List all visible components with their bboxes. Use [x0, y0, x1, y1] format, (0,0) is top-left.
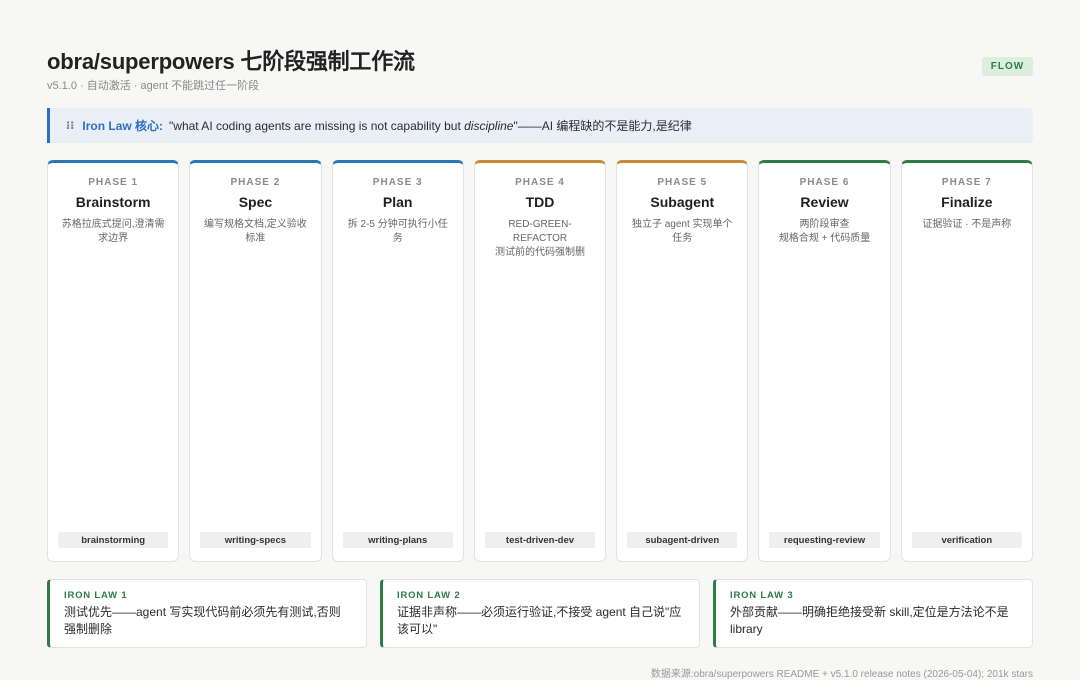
phase-desc: 证据验证 · 不是声称	[922, 219, 1012, 230]
phase-name: Finalize	[941, 194, 993, 210]
phase-skill-tag: subagent-driven	[627, 532, 738, 548]
phase-skill-tag: writing-specs	[200, 532, 311, 548]
iron-law-card-3: IRON LAW 3 外部贡献——明确拒绝接受新 skill,定位是方法论不是 …	[713, 579, 1033, 648]
phase-desc: 苏格拉底式提问,澄清需求边界	[61, 219, 165, 244]
phase-desc: RED-GREEN-REFACTOR 测试前的代码强制删	[494, 219, 585, 258]
law-label: IRON LAW 2	[397, 590, 461, 601]
phase-label: PHASE 3	[372, 177, 423, 188]
phase-label: PHASE 6	[799, 177, 850, 188]
phase-name: Review	[800, 194, 849, 210]
list-icon: ⁝⁝	[66, 120, 75, 132]
law-text: 测试优先——agent 写实现代码前必须先有测试,否则强制删除	[64, 605, 341, 636]
iron-laws-row: IRON LAW 1 测试优先——agent 写实现代码前必须先有测试,否则强制…	[47, 579, 1033, 648]
banner-quote: "what AI coding agents are missing is no…	[169, 119, 692, 133]
phase-skill-tag: brainstorming	[58, 532, 169, 548]
page-subtitle: v5.1.0 · 自动激活 · agent 不能跳过任一阶段	[47, 80, 260, 92]
phase-card-6: PHASE 6 Review 两阶段审查 规格合规 + 代码质量 request…	[758, 160, 891, 562]
law-text: 证据非声称——必须运行验证,不接受 agent 自己说"应该可以"	[397, 605, 682, 636]
flow-badge: FLOW	[982, 57, 1033, 76]
phase-name: Brainstorm	[75, 194, 151, 210]
iron-law-banner: ⁝⁝ Iron Law 核心: "what AI coding agents a…	[47, 108, 1033, 143]
phase-skill-tag: writing-plans	[342, 532, 453, 548]
phase-label: PHASE 7	[941, 177, 992, 188]
iron-law-card-2: IRON LAW 2 证据非声称——必须运行验证,不接受 agent 自己说"应…	[380, 579, 700, 648]
law-text: 外部贡献——明确拒绝接受新 skill,定位是方法论不是 library	[730, 605, 1009, 636]
phase-name: Spec	[238, 194, 273, 210]
phase-name: TDD	[525, 194, 555, 210]
phase-desc: 独立子 agent 实现单个任务	[631, 219, 733, 244]
phase-skill-tag: verification	[911, 532, 1022, 548]
phase-desc: 拆 2-5 分钟可执行小任务	[347, 219, 448, 244]
phase-card-1: PHASE 1 Brainstorm 苏格拉底式提问,澄清需求边界 brains…	[47, 160, 180, 562]
phase-desc: 编写规格文档,定义验收标准	[204, 219, 307, 244]
phase-card-7: PHASE 7 Finalize 证据验证 · 不是声称 verificatio…	[900, 160, 1033, 562]
iron-law-card-1: IRON LAW 1 测试优先——agent 写实现代码前必须先有测试,否则强制…	[47, 579, 367, 648]
phase-card-4: PHASE 4 TDD RED-GREEN-REFACTOR 测试前的代码强制删…	[473, 160, 607, 562]
phase-label: PHASE 5	[657, 177, 708, 188]
phase-row: PHASE 1 Brainstorm 苏格拉底式提问,澄清需求边界 brains…	[47, 160, 1033, 562]
phase-label: PHASE 4	[515, 177, 565, 188]
source-note: 数据来源:obra/superpowers README + v5.1.0 re…	[650, 669, 1033, 680]
phase-name: Plan	[382, 194, 413, 210]
phase-name: Subagent	[650, 194, 715, 210]
banner-key: Iron Law 核心:	[82, 119, 164, 133]
phase-desc: 两阶段审查 规格合规 + 代码质量	[778, 219, 871, 244]
phase-card-2: PHASE 2 Spec 编写规格文档,定义验收标准 writing-specs	[189, 160, 322, 562]
phase-label: PHASE 2	[230, 177, 281, 188]
phase-card-3: PHASE 3 Plan 拆 2-5 分钟可执行小任务 writing-plan…	[331, 160, 464, 562]
phase-skill-tag: test-driven-dev	[484, 532, 596, 548]
law-label: IRON LAW 1	[64, 590, 128, 601]
law-label: IRON LAW 3	[730, 590, 794, 601]
phase-label: PHASE 1	[88, 177, 139, 188]
page-title: obra/superpowers 七阶段强制工作流	[47, 49, 415, 74]
phase-skill-tag: requesting-review	[769, 532, 880, 548]
phase-card-5: PHASE 5 Subagent 独立子 agent 实现单个任务 subage…	[616, 160, 749, 562]
